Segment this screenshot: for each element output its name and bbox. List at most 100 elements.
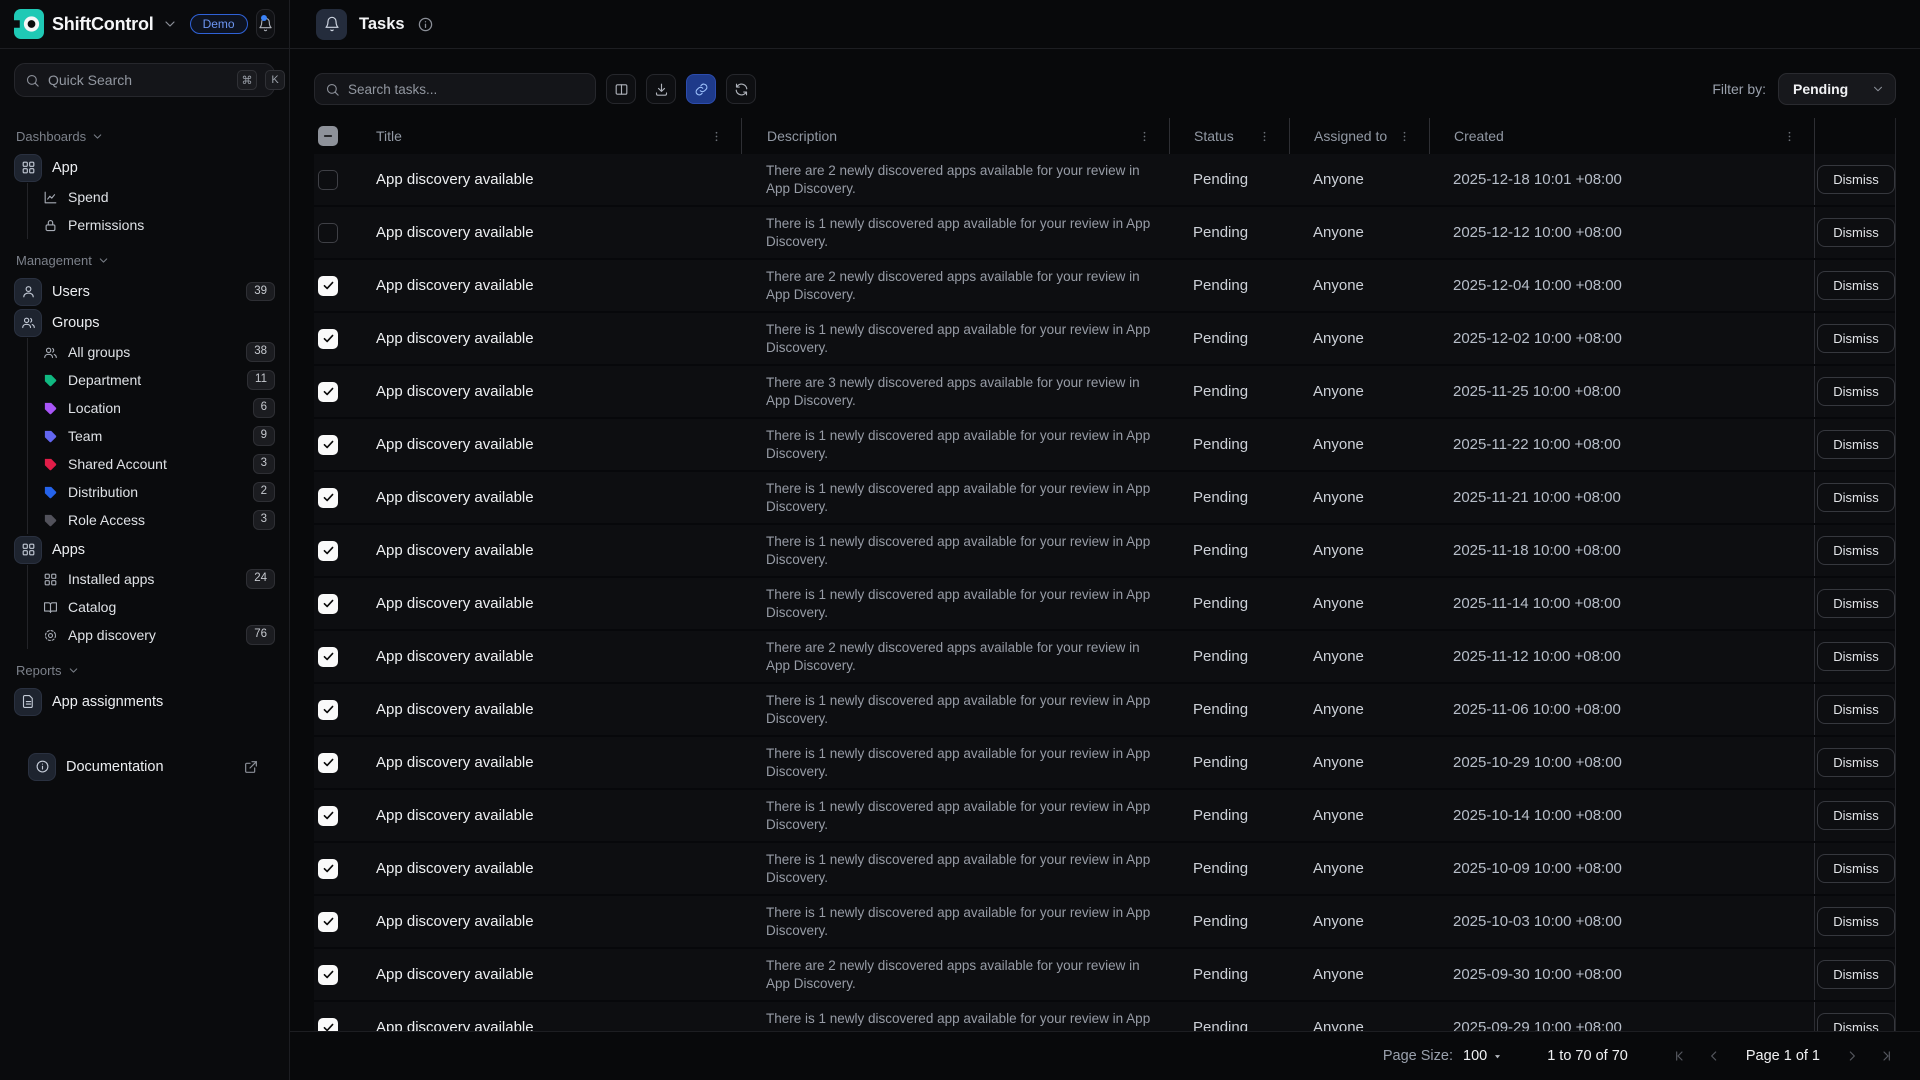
chevron-down-icon[interactable] (162, 16, 178, 32)
row-checkbox[interactable] (318, 859, 338, 879)
dismiss-button[interactable]: Dismiss (1817, 695, 1895, 724)
first-page-icon[interactable] (1672, 1048, 1688, 1064)
quick-search[interactable]: ⌘ K (14, 63, 275, 97)
refresh-button[interactable] (726, 74, 756, 104)
pagination-bar: Page Size: 100 1 to 70 of 70 Page 1 of 1 (290, 1031, 1920, 1080)
undefined (35, 759, 50, 774)
sidebar-item-installed-apps[interactable]: Installed apps 24 (43, 565, 275, 593)
row-checkbox-cell (314, 313, 366, 364)
row-checkbox[interactable] (318, 753, 338, 773)
dismiss-button[interactable]: Dismiss (1817, 324, 1895, 353)
table-row: App discovery available There is 1 newly… (314, 578, 1895, 631)
task-description-cell: There are 2 newly discovered apps availa… (741, 260, 1169, 311)
sidebar-item-app-assignments[interactable]: App assignments (14, 686, 275, 717)
task-title: App discovery available (376, 171, 534, 188)
row-checkbox[interactable] (318, 965, 338, 985)
dismiss-button[interactable]: Dismiss (1817, 271, 1895, 300)
sidebar-item-shared-account[interactable]: Shared Account 3 (43, 450, 275, 478)
task-created-cell: 2025-11-18 10:00 +08:00 (1429, 525, 1814, 576)
demo-badge[interactable]: Demo (190, 14, 248, 34)
link-button[interactable] (686, 74, 716, 104)
dismiss-button[interactable]: Dismiss (1817, 483, 1895, 512)
task-description: There are 2 newly discovered apps availa… (766, 268, 1151, 304)
sidebar-item-groups[interactable]: Groups (14, 307, 275, 338)
select-all-checkbox[interactable] (318, 126, 338, 146)
sidebar-item-distribution[interactable]: Distribution 2 (43, 478, 275, 506)
row-checkbox[interactable] (318, 488, 338, 508)
dismiss-button[interactable]: Dismiss (1817, 642, 1895, 671)
row-checkbox[interactable] (318, 541, 338, 561)
task-assigned-cell: Anyone (1289, 843, 1429, 894)
row-checkbox[interactable] (318, 435, 338, 455)
sidebar-item-all-groups[interactable]: All groups 38 (43, 338, 275, 366)
info-icon[interactable] (417, 16, 434, 33)
dismiss-button[interactable]: Dismiss (1817, 854, 1895, 883)
sidebar-item-documentation[interactable]: Documentation (28, 751, 261, 782)
tasks-search-input[interactable] (348, 82, 585, 97)
dismiss-button[interactable]: Dismiss (1817, 589, 1895, 618)
task-description: There is 1 newly discovered app availabl… (766, 480, 1151, 516)
download-icon (654, 82, 669, 97)
dismiss-button[interactable]: Dismiss (1817, 165, 1895, 194)
sidebar-item-app-discovery[interactable]: App discovery 76 (43, 621, 275, 649)
last-page-icon[interactable] (1878, 1048, 1894, 1064)
sidebar-item-department[interactable]: Department 11 (43, 366, 275, 394)
sidebar-item-role-access[interactable]: Role Access 3 (43, 506, 275, 534)
dismiss-button[interactable]: Dismiss (1817, 536, 1895, 565)
sidebar-item-location[interactable]: Location 6 (43, 394, 275, 422)
sidebar-item-apps[interactable]: Apps (14, 534, 275, 565)
row-checkbox-cell (314, 737, 366, 788)
row-checkbox[interactable] (318, 647, 338, 667)
row-checkbox[interactable] (318, 329, 338, 349)
table-row: App discovery available There are 2 newl… (314, 260, 1895, 313)
next-page-icon[interactable] (1844, 1048, 1860, 1064)
row-checkbox[interactable] (318, 1018, 338, 1032)
column-menu-icon[interactable] (1258, 130, 1271, 143)
column-menu-icon[interactable] (1138, 130, 1151, 143)
sidebar-item-team[interactable]: Team 9 (43, 422, 275, 450)
row-checkbox[interactable] (318, 276, 338, 296)
prev-page-icon[interactable] (1706, 1048, 1722, 1064)
dismiss-button[interactable]: Dismiss (1817, 430, 1895, 459)
dismiss-button[interactable]: Dismiss (1817, 218, 1895, 247)
row-checkbox[interactable] (318, 382, 338, 402)
dismiss-button[interactable]: Dismiss (1817, 748, 1895, 777)
tasks-search[interactable] (314, 73, 596, 105)
column-menu-icon[interactable] (1398, 130, 1411, 143)
task-created-cell: 2025-09-30 10:00 +08:00 (1429, 949, 1814, 1000)
dismiss-button[interactable]: Dismiss (1817, 801, 1895, 830)
dismiss-button[interactable]: Dismiss (1817, 1013, 1895, 1031)
assigned-to-text: Anyone (1313, 595, 1364, 612)
task-description-cell: There are 2 newly discovered apps availa… (741, 631, 1169, 682)
page-size-select[interactable]: 100 (1463, 1048, 1503, 1064)
dismiss-button[interactable]: Dismiss (1817, 907, 1895, 936)
sidebar-item-app[interactable]: App (14, 152, 275, 183)
row-checkbox[interactable] (318, 806, 338, 826)
dismiss-button[interactable]: Dismiss (1817, 377, 1895, 406)
notifications-button[interactable] (256, 9, 275, 39)
task-title: App discovery available (376, 330, 534, 347)
row-checkbox[interactable] (318, 223, 338, 243)
row-checkbox[interactable] (318, 594, 338, 614)
section-label-reports[interactable]: Reports (16, 663, 275, 678)
quick-search-input[interactable] (48, 72, 229, 88)
row-checkbox-cell (314, 843, 366, 894)
task-action-cell: Dismiss (1814, 631, 1896, 682)
column-menu-icon[interactable] (710, 130, 723, 143)
columns-button[interactable] (606, 74, 636, 104)
row-checkbox[interactable] (318, 170, 338, 190)
sidebar-item-spend[interactable]: Spend (43, 183, 275, 211)
row-checkbox-cell (314, 419, 366, 470)
column-menu-icon[interactable] (1783, 130, 1796, 143)
dismiss-button[interactable]: Dismiss (1817, 960, 1895, 989)
download-button[interactable] (646, 74, 676, 104)
sidebar-item-catalog[interactable]: Catalog (43, 593, 275, 621)
row-checkbox[interactable] (318, 700, 338, 720)
section-label-dashboards[interactable]: Dashboards (16, 129, 275, 144)
section-label-management[interactable]: Management (16, 253, 275, 268)
status-text: Pending (1193, 224, 1248, 241)
sidebar-item-permissions[interactable]: Permissions (43, 211, 275, 239)
sidebar-item-users[interactable]: Users 39 (14, 276, 275, 307)
row-checkbox[interactable] (318, 912, 338, 932)
filter-select[interactable]: Pending (1778, 73, 1896, 105)
